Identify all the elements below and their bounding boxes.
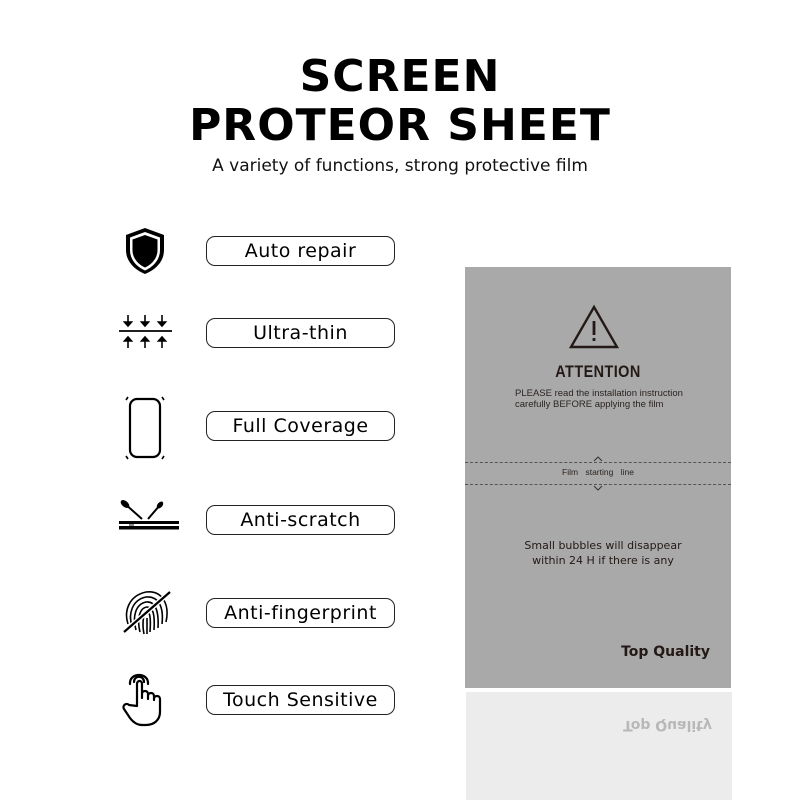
feature-ultra-thin: Ultra-thin (110, 315, 410, 358)
attention-line-1: PLEASE read the installation instruction (515, 388, 683, 399)
film-starting-line-label: Film starting line (562, 467, 634, 477)
feature-label-ultra-thin: Ultra-thin (206, 318, 395, 348)
feature-label-touch-sensitive: Touch Sensitive (206, 685, 395, 715)
warning-triangle-icon (568, 304, 620, 349)
touch-hand-icon (122, 673, 162, 727)
feature-label-anti-scratch: Anti-scratch (206, 505, 395, 535)
feature-touch-sensitive: Touch Sensitive (110, 673, 410, 727)
attention-title: ATTENTION (555, 362, 641, 381)
dashed-line-top (465, 462, 731, 463)
bubbles-line-1: Small bubbles will disappear (524, 539, 682, 552)
feature-full-coverage: Full Coverage (110, 396, 410, 460)
arrow-up-mark-icon (593, 456, 603, 462)
subtitle: A variety of functions, strong protectiv… (212, 156, 588, 176)
shield-icon (126, 228, 164, 274)
top-quality-label: Top Quality (621, 644, 710, 660)
top-quality-reflection: Top Quality (623, 717, 712, 733)
bubbles-notice: Small bubbles will disappear within 24 H… (465, 538, 741, 568)
feature-label-auto-repair: Auto repair (206, 236, 395, 266)
attention-instructions: PLEASE read the installation instruction… (515, 388, 735, 410)
compress-arrows-icon (119, 315, 172, 348)
feature-label-full-coverage: Full Coverage (206, 411, 395, 441)
feature-label-anti-fingerprint: Anti-fingerprint (206, 598, 395, 628)
sheet-reflection: Top Quality (466, 692, 732, 800)
fingerprint-crossed-icon (122, 590, 172, 635)
feature-anti-fingerprint: Anti-fingerprint (110, 590, 410, 638)
feature-auto-repair: Auto repair (110, 228, 410, 276)
title-line-1: SCREEN (299, 51, 501, 102)
protector-sheet-card: ATTENTION PLEASE read the installation i… (465, 267, 731, 688)
attention-line-2: carefully BEFORE applying the film (515, 399, 664, 410)
scratch-tools-icon (119, 500, 179, 530)
arrow-down-mark-icon (593, 485, 603, 491)
title-line-2: PROTEOR SHEET (189, 100, 611, 151)
feature-anti-scratch: Anti-scratch (110, 500, 410, 545)
phone-outline-icon (125, 396, 165, 460)
bubbles-line-2: within 24 H if there is any (532, 554, 674, 567)
